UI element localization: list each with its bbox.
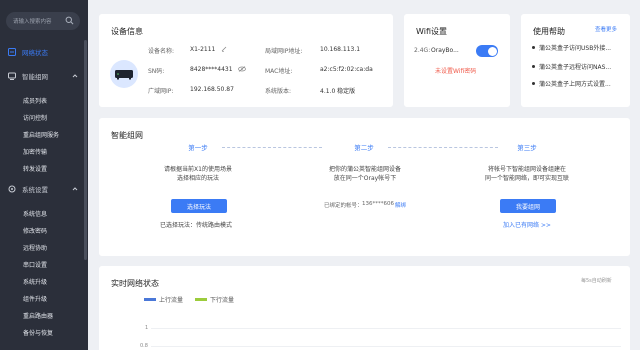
lan-ip-label: 局域网IP地址: <box>265 48 303 55</box>
realtime-card: 实时网络状态 每5s自动刷新 上行流量 下行流量 1 0.8 <box>99 266 630 350</box>
gear-icon <box>8 185 16 193</box>
wifi-band-label: 2.4G: <box>414 47 431 54</box>
mac-label: MAC地址: <box>265 68 293 75</box>
help-more-link[interactable]: 查看更多 <box>595 25 617 33</box>
version-label: 系统版本: <box>265 88 292 95</box>
nav-network-status[interactable]: 网络状态 <box>0 43 88 61</box>
step1-desc-line2: 选择相应的玩法 <box>176 175 219 182</box>
choose-mode-button[interactable]: 选择玩法 <box>171 199 227 213</box>
device-name-label: 设备名称: <box>148 48 175 55</box>
smart-net-title: 智能组网 <box>111 131 143 140</box>
legend-download-label: 下行流量 <box>210 297 235 304</box>
nav-system-settings[interactable]: 系统设置 <box>0 180 88 198</box>
search-box[interactable]: 请输入搜索内容 <box>6 12 80 30</box>
eye-icon[interactable] <box>238 66 246 72</box>
bullet-icon <box>532 82 535 85</box>
device-info-card: 设备信息 设备名称: X1-2111 SN码: 8428****4431 广域网… <box>99 14 393 107</box>
help-item-3[interactable]: 蒲公英盒子上网方式设置... <box>539 79 611 88</box>
step3-desc-line1: 将帐号下智能组网设备组建在 <box>487 166 566 173</box>
step3-desc-line2: 同一个智能网络，即可实现互联 <box>484 175 569 182</box>
wan-ip-label: 广域网IP: <box>148 88 174 95</box>
help-item-2[interactable]: 蒲公英盒子远程访问NAS... <box>539 62 611 71</box>
wifi-password-warning[interactable]: 未设置Wifi密码 <box>435 66 476 75</box>
step-connector <box>222 147 322 148</box>
sidebar-scrollbar[interactable] <box>84 40 87 260</box>
nav-item-encryption[interactable]: 加密传输 <box>0 143 88 160</box>
router-icon <box>115 70 133 80</box>
nav-item-forwarding[interactable]: 转发设置 <box>0 160 88 177</box>
sn-value: 8428****4431 <box>190 66 233 73</box>
help-item-1[interactable]: 蒲公英盒子访问USB外接... <box>539 43 611 52</box>
nav-item-system-upgrade[interactable]: 系统升级 <box>0 273 88 290</box>
nav-item-change-password[interactable]: 修改密码 <box>0 222 88 239</box>
bullet-icon <box>532 46 535 49</box>
nav-item-backup-restore[interactable]: 备份与恢复 <box>0 324 88 341</box>
selected-mode-note: 已选择玩法：传统路由模式 <box>160 222 233 229</box>
step3-title: 第三步 <box>517 144 537 152</box>
wifi-title: Wifi设置 <box>416 27 447 36</box>
wan-ip-value: 192.168.50.87 <box>190 86 234 93</box>
step2-desc: 把你的蒲公英智能组网设备 放在同一个Oray帐号下 <box>320 165 410 183</box>
bound-account-value: 136****606 <box>362 201 394 207</box>
search-icon[interactable] <box>65 16 74 25</box>
version-value: 4.1.0 稳定版 <box>320 88 356 95</box>
device-info-title: 设备信息 <box>111 27 143 36</box>
legend-upload-label: 上行流量 <box>159 297 184 304</box>
legend-upload-swatch <box>144 298 156 301</box>
realtime-title: 实时网络状态 <box>111 279 159 288</box>
nav-system-settings-label: 系统设置 <box>22 186 48 194</box>
lan-ip-value: 10.168.113.1 <box>320 46 361 53</box>
gridline <box>151 328 621 329</box>
device-name-value: X1-2111 <box>190 46 216 53</box>
nav-smart-net[interactable]: 智能组网 <box>0 67 88 85</box>
step1-desc-line1: 请根据当前X1的使用场景 <box>164 166 232 173</box>
bound-account-label: 已绑定的帐号： <box>324 203 363 209</box>
bullet-icon <box>532 65 535 68</box>
start-networking-button[interactable]: 我要组网 <box>500 199 556 213</box>
y-tick-label: 0.8 <box>140 343 148 349</box>
wifi-card: Wifi设置 2.4G: OrayBo... 未设置Wifi密码 <box>404 14 510 107</box>
nav-item-component-upgrade[interactable]: 组件升级 <box>0 290 88 307</box>
nav-network-status-label: 网络状态 <box>22 49 48 57</box>
nav-item-serial[interactable]: 串口设置 <box>0 256 88 273</box>
legend-download-swatch <box>195 298 207 301</box>
gridline <box>151 346 621 347</box>
network-status-icon <box>8 48 16 56</box>
nav-item-reboot-router[interactable]: 重启路由器 <box>0 307 88 324</box>
step-connector <box>388 147 498 148</box>
refresh-note: 每5s自动刷新 <box>581 278 612 284</box>
smart-net-card: 智能组网 <box>99 118 630 256</box>
help-card: 使用帮助 查看更多 蒲公英盒子访问USB外接... 蒲公英盒子远程访问NAS..… <box>521 14 630 107</box>
step2-desc-line1: 把你的蒲公英智能组网设备 <box>328 166 401 173</box>
chevron-up-icon <box>72 74 78 78</box>
edit-icon[interactable] <box>221 46 227 52</box>
device-avatar <box>110 60 138 88</box>
wifi-toggle[interactable] <box>476 45 498 57</box>
smart-net-icon <box>8 72 16 80</box>
nav-item-restart-service[interactable]: 重启组网服务 <box>0 126 88 143</box>
sn-label: SN码: <box>148 68 165 75</box>
help-title: 使用帮助 <box>533 27 565 36</box>
join-network-link[interactable]: 加入已有网络 >> <box>503 220 551 229</box>
nav-item-access-control[interactable]: 访问控制 <box>0 109 88 126</box>
step3-desc: 将帐号下智能组网设备组建在 同一个智能网络，即可实现互联 <box>482 165 572 183</box>
step2-title: 第二步 <box>354 144 374 152</box>
nav-item-system-info[interactable]: 系统信息 <box>0 205 88 222</box>
step1-title: 第一步 <box>188 144 208 152</box>
y-tick-label: 1 <box>145 325 149 331</box>
mac-value: a2:c5:f2:02:ca:da <box>320 66 373 73</box>
wifi-ssid: OrayBo... <box>431 47 459 54</box>
sidebar: 请输入搜索内容 网络状态 智能组网 成员列表 访问控制 重启组网服务 加密传输 … <box>0 0 88 350</box>
step2-desc-line2: 放在同一个Oray帐号下 <box>333 175 397 182</box>
nav-item-remote-assist[interactable]: 远程协助 <box>0 239 88 256</box>
nav-item-members[interactable]: 成员列表 <box>0 92 88 109</box>
unbind-link[interactable]: 解绑 <box>395 201 406 209</box>
nav-smart-net-label: 智能组网 <box>22 73 48 81</box>
step1-desc: 请根据当前X1的使用场景 选择相应的玩法 <box>160 165 236 183</box>
chevron-up-icon <box>72 187 78 191</box>
search-input[interactable]: 请输入搜索内容 <box>13 17 52 25</box>
